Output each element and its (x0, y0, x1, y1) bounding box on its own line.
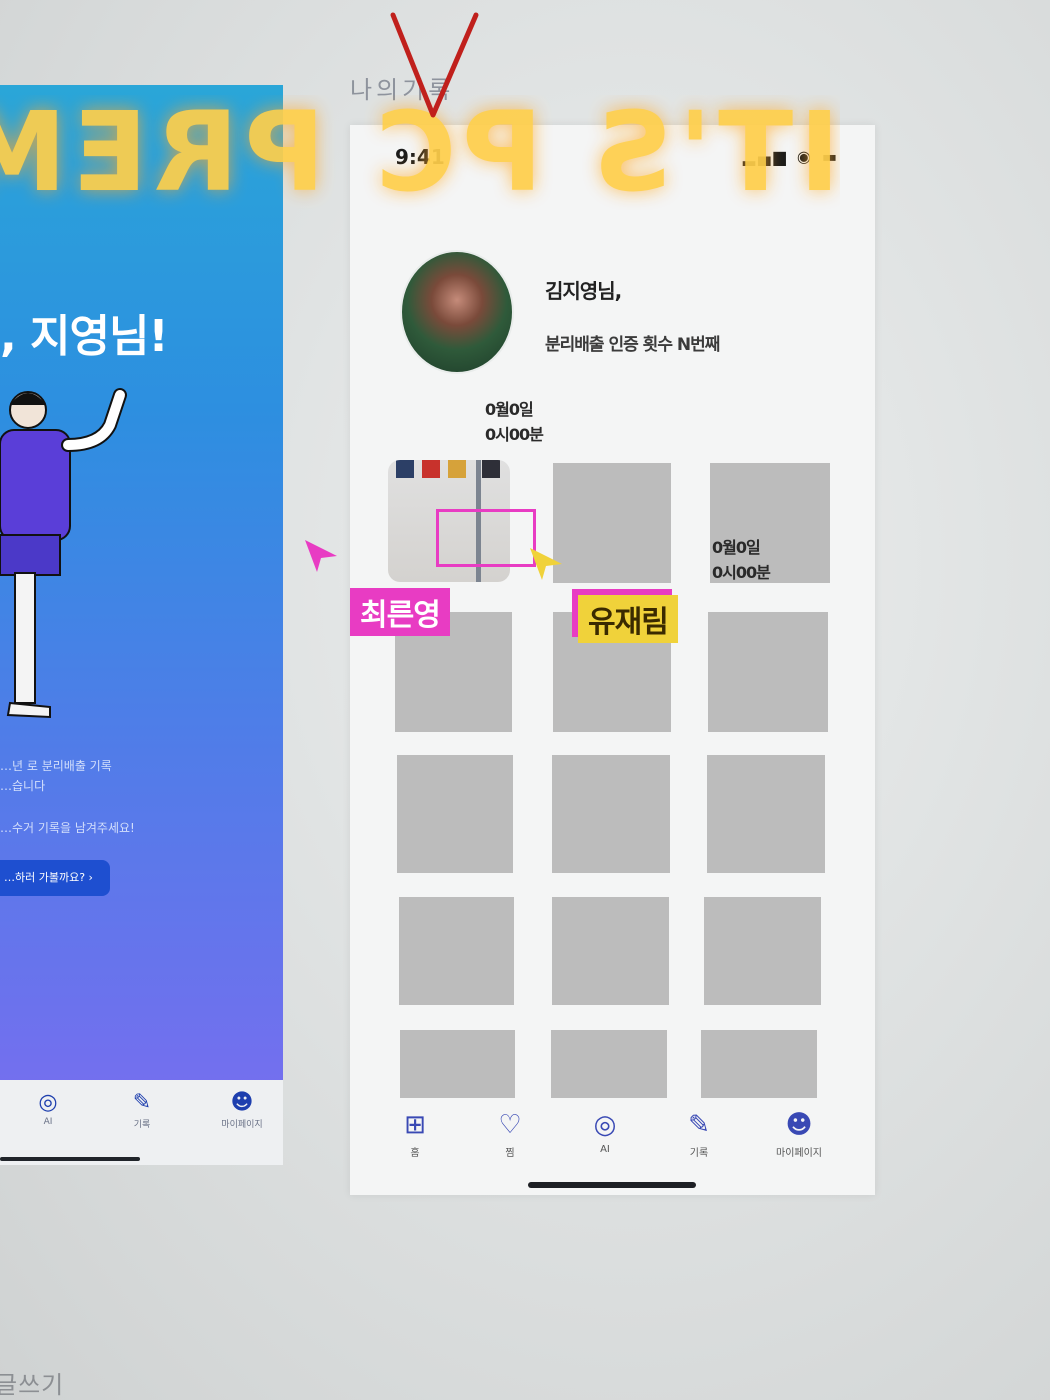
mypage-icon: ☻ (230, 1090, 254, 1115)
record-screen-frame: 9:41 ▂▄▆ ◉ ▬ 김지영님, 분리배출 인증 횟수 N번째 0월0일 0… (350, 125, 875, 1195)
record-icon: ✎ (688, 1110, 710, 1140)
record-grid-cell[interactable] (704, 897, 821, 1005)
footer-text: 글쓰기 (0, 1371, 65, 1399)
profile-subtitle: 분리배출 인증 횟수 N번째 (545, 335, 720, 355)
tab-label: AI (600, 1144, 610, 1155)
left-desc-line: …년 로 분리배출 기록 (0, 759, 112, 773)
left-tab-label: 마이페이지 (221, 1120, 263, 1130)
record-grid-cell[interactable] (552, 897, 669, 1005)
record-grid-cell[interactable] (701, 1030, 817, 1098)
record-grid-cell[interactable] (552, 755, 670, 873)
time-line: 0시00분 (485, 425, 544, 444)
home-indicator (0, 1157, 140, 1161)
profile-avatar[interactable] (400, 250, 514, 374)
tab-like[interactable]: ♡ 찜 (475, 1110, 545, 1159)
left-desc-line: …습니다 (0, 779, 46, 793)
heart-icon: ♡ (498, 1110, 522, 1140)
left-tab-bar: ◎ AI ✎ 기록 ☻ 마이페이지 (0, 1080, 283, 1165)
tab-mypage[interactable]: ☻ 마이페이지 (764, 1110, 834, 1159)
tab-record[interactable]: ✎ 기록 (664, 1110, 734, 1159)
person-illustration (0, 388, 127, 719)
thumb-stripe (482, 460, 500, 478)
home-indicator (528, 1182, 696, 1188)
left-tab-ai[interactable]: ◎ AI (18, 1090, 78, 1127)
mypage-icon: ☻ (785, 1110, 813, 1140)
record-grid-cell[interactable] (400, 1030, 515, 1098)
date-line: 0월0일 (485, 400, 534, 419)
collaborator-cursor-label: 최른영 (350, 588, 450, 636)
ai-icon: ◎ (593, 1110, 617, 1140)
tab-label: 마이페이지 (776, 1148, 822, 1159)
left-tab-label: 기록 (133, 1120, 151, 1130)
left-desc-line: …수거 기록을 남겨주세요! (0, 821, 135, 835)
pointer-cursor-icon (530, 548, 562, 580)
grid-icon: ⊞ (404, 1110, 426, 1140)
tab-label: 찜 (505, 1148, 515, 1159)
thumb-stripe (422, 460, 440, 478)
left-tab-mypage[interactable]: ☻ 마이페이지 (212, 1090, 272, 1130)
tab-label: 기록 (689, 1148, 709, 1159)
pointer-cursor-icon (305, 540, 337, 572)
record-grid-cell[interactable] (708, 612, 828, 732)
tab-label: 홈 (410, 1148, 420, 1159)
tab-ai[interactable]: ◎ AI (570, 1110, 640, 1155)
record-grid-cell[interactable] (399, 897, 514, 1005)
selection-box (436, 509, 536, 567)
ai-icon: ◎ (38, 1090, 58, 1115)
greeting-title: , 지영님! (0, 311, 169, 362)
thumb-stripe (396, 460, 414, 478)
collaborator-cursor-label: 유재림 (578, 595, 678, 643)
time-line: 0시00분 (712, 563, 771, 582)
tab-home[interactable]: ⊞ 홈 (380, 1110, 450, 1159)
record-grid-cell[interactable] (397, 755, 513, 873)
record-grid-cell[interactable] (553, 463, 671, 583)
date-line: 0월0일 (712, 538, 761, 557)
left-tab-label: AI (43, 1117, 53, 1127)
left-tab-record[interactable]: ✎ 기록 (112, 1090, 172, 1130)
check-mark-icon (390, 12, 479, 118)
record-grid-cell[interactable] (707, 755, 825, 873)
left-screen-frame: , 지영님! …년 로 분리배출 기록 …습니다 …수거 기록을 남겨주세요! … (0, 85, 283, 1165)
date-label: 0월0일 0시00분 (485, 397, 544, 447)
profile-name: 김지영님, (545, 279, 622, 303)
thumb-stripe (448, 460, 466, 478)
record-icon: ✎ (132, 1090, 152, 1115)
left-cta-button[interactable]: …하러 가볼까요? › (0, 860, 110, 896)
date-label: 0월0일 0시00분 (712, 535, 771, 585)
record-grid-cell[interactable] (551, 1030, 667, 1098)
